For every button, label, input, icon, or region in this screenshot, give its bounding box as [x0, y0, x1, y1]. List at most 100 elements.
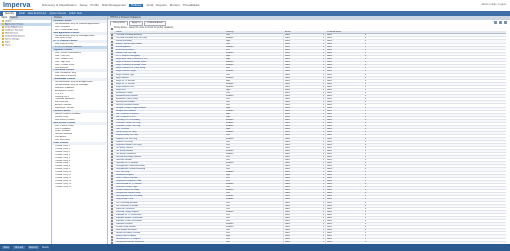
delete-icon[interactable]	[499, 21, 502, 24]
row-checkbox[interactable]	[111, 186, 113, 189]
row-checkbox[interactable]	[111, 92, 113, 95]
row-checkbox[interactable]	[111, 128, 113, 131]
top-nav-item[interactable]: Risk Management	[102, 3, 126, 7]
row-checkbox[interactable]	[111, 198, 113, 201]
row-checkbox[interactable]	[111, 220, 113, 223]
folder-icon	[2, 32, 4, 34]
row-checkbox[interactable]	[111, 150, 113, 153]
row-checkbox[interactable]	[111, 46, 113, 49]
tree-item[interactable]: Users	[0, 44, 51, 47]
row-checkbox[interactable]	[111, 125, 113, 128]
top-nav-item[interactable]: Policies	[129, 3, 144, 7]
policy-subtab[interactable]: Policy Rules	[110, 21, 129, 26]
row-checkbox[interactable]	[111, 153, 113, 156]
row-checkbox[interactable]	[111, 34, 113, 37]
top-nav-item[interactable]: Profile	[90, 3, 99, 7]
edit-icon[interactable]	[504, 21, 507, 24]
row-checkbox[interactable]	[111, 214, 113, 217]
row-checkbox[interactable]	[111, 147, 113, 150]
row-checkbox[interactable]	[111, 64, 113, 67]
row-checkbox[interactable]	[111, 107, 113, 110]
section-tab[interactable]: System Events	[49, 12, 66, 16]
footer-bar: Save Discard Refresh Ready	[0, 244, 510, 251]
row-checkbox[interactable]	[111, 162, 113, 165]
row-checkbox[interactable]	[111, 217, 113, 220]
row-checkbox[interactable]	[111, 77, 113, 80]
row-checkbox[interactable]	[111, 89, 113, 92]
section-tab[interactable]: Data Enrichment	[28, 12, 47, 16]
top-nav-item[interactable]: Setup	[80, 3, 88, 7]
row-checkbox[interactable]	[111, 156, 113, 159]
section-tab[interactable]: Action Sets	[69, 12, 82, 16]
row-checkbox[interactable]	[111, 141, 113, 144]
row-checkbox[interactable]	[111, 119, 113, 122]
top-nav-item[interactable]: ThreatRadar	[183, 3, 200, 7]
row-checkbox[interactable]	[111, 37, 113, 40]
select-all-checkbox[interactable]	[111, 27, 113, 30]
row-checkbox[interactable]	[111, 226, 113, 229]
row-checkbox[interactable]	[111, 95, 113, 98]
row-checkbox[interactable]	[111, 116, 113, 119]
row-checkbox[interactable]	[111, 189, 113, 192]
row-checkbox[interactable]	[111, 195, 113, 198]
policy-subtab[interactable]: Apply To	[129, 21, 144, 26]
row-checkbox[interactable]	[111, 138, 113, 140]
row-checkbox[interactable]	[111, 40, 113, 43]
row-checkbox[interactable]	[111, 83, 113, 86]
row-checkbox[interactable]	[111, 177, 113, 180]
user-links[interactable]: admin | Help | Logout	[481, 3, 506, 6]
row-checkbox[interactable]	[111, 49, 113, 52]
row-checkbox[interactable]	[111, 55, 113, 58]
top-nav-item[interactable]: Monitor	[170, 3, 180, 7]
policy-subtab[interactable]: Followed Action	[144, 21, 166, 26]
row-checkbox[interactable]	[111, 208, 113, 211]
row-checkbox[interactable]	[111, 171, 113, 174]
footer-button[interactable]: Discard	[13, 246, 25, 249]
row-checkbox[interactable]	[111, 74, 113, 77]
rules-grid: Name Severity Action Followed Action Chunked…	[110, 30, 506, 245]
row-checkbox[interactable]	[111, 183, 113, 186]
row-checkbox[interactable]	[111, 168, 113, 171]
section-tab[interactable]: Audit	[19, 12, 25, 16]
row-checkbox[interactable]	[111, 113, 113, 116]
row-checkbox[interactable]	[111, 201, 113, 204]
row-checkbox[interactable]	[111, 86, 113, 89]
row-checkbox[interactable]	[111, 80, 113, 83]
row-checkbox[interactable]	[111, 165, 113, 168]
row-checkbox[interactable]	[111, 52, 113, 55]
row-checkbox[interactable]	[111, 192, 113, 195]
row-checkbox[interactable]	[111, 134, 113, 137]
site-tree: Global Application Groups Default Applicat…	[0, 20, 51, 47]
row-checkbox[interactable]	[111, 232, 113, 235]
footer-button[interactable]: Refresh	[27, 246, 39, 249]
row-checkbox[interactable]	[111, 205, 113, 208]
section-tab[interactable]: Security	[3, 11, 17, 16]
row-checkbox[interactable]	[111, 229, 113, 232]
row-checkbox[interactable]	[111, 211, 113, 214]
row-checkbox[interactable]	[111, 122, 113, 125]
row-checkbox[interactable]	[111, 67, 113, 70]
add-icon[interactable]	[494, 21, 497, 24]
top-nav-item[interactable]: Reports	[156, 3, 167, 7]
row-checkbox[interactable]	[111, 61, 113, 64]
row-checkbox[interactable]	[111, 110, 113, 113]
row-checkbox[interactable]	[111, 43, 113, 46]
row-checkbox[interactable]	[111, 104, 113, 107]
row-checkbox[interactable]	[111, 235, 113, 238]
row-checkbox[interactable]	[111, 101, 113, 104]
row-checkbox[interactable]	[111, 223, 113, 226]
row-checkbox[interactable]	[111, 174, 113, 177]
row-checkbox[interactable]	[111, 98, 113, 101]
row-checkbox[interactable]	[111, 58, 113, 61]
top-nav-item[interactable]: Discovery & Classification	[42, 3, 77, 7]
folder-icon	[2, 44, 4, 46]
row-checkbox[interactable]	[111, 144, 113, 147]
policy-item[interactable]: Custom Policy 15	[52, 186, 107, 189]
row-checkbox[interactable]	[111, 159, 113, 162]
row-checkbox[interactable]	[111, 238, 113, 241]
row-checkbox[interactable]	[111, 70, 113, 73]
top-nav-item[interactable]: Audit	[146, 3, 153, 7]
row-checkbox[interactable]	[111, 131, 113, 134]
footer-button[interactable]: Save	[2, 246, 11, 249]
row-checkbox[interactable]	[111, 180, 113, 183]
